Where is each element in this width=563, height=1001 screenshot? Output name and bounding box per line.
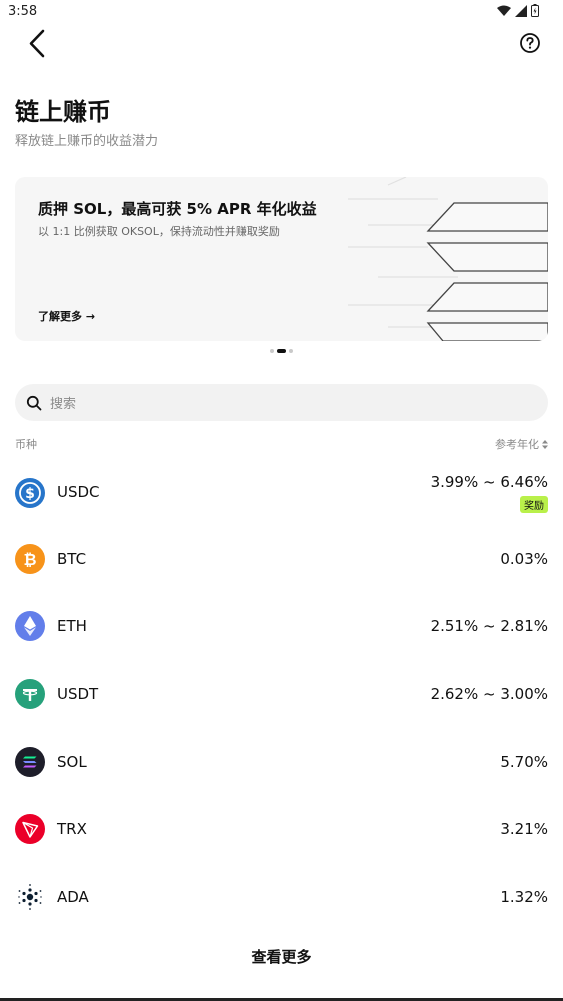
usdt-icon	[15, 679, 45, 710]
learn-more-link[interactable]: 了解更多 →	[38, 308, 95, 324]
page-subtitle: 释放链上赚币的收益潜力	[15, 134, 159, 149]
search-placeholder: 搜索	[50, 397, 77, 412]
coin-name: TRX	[57, 820, 87, 839]
coin-name: USDC	[57, 483, 100, 501]
coin-name: USDT	[57, 685, 99, 704]
status-icons	[497, 4, 539, 17]
coin-name: ADA	[57, 888, 89, 907]
coin-apr: 1.32%	[500, 888, 548, 907]
help-button[interactable]	[519, 32, 541, 54]
banner-illustration	[348, 177, 548, 341]
coin-name: BTC	[57, 549, 87, 568]
search-icon	[26, 395, 42, 410]
see-more-button[interactable]: 查看更多	[0, 946, 563, 967]
coin-row-sol[interactable]: SOL 5.70%	[15, 729, 548, 797]
chevron-left-icon	[29, 29, 45, 58]
pager-dot-active[interactable]	[277, 349, 286, 353]
svg-text:$: $	[25, 486, 35, 502]
status-bar: 3:58	[0, 0, 563, 24]
column-header-apr: 参考年化	[495, 438, 539, 451]
banner-title: 质押 SOL，最高可获 5% APR 年化收益	[38, 200, 317, 218]
coin-name: SOL	[57, 752, 87, 771]
banner-description: 以 1:1 比例获取 OKSOL，保持流动性并赚取奖励	[38, 225, 280, 238]
sort-icon	[542, 439, 548, 449]
coin-apr: 3.99% ~ 6.46%	[430, 473, 548, 491]
back-button[interactable]	[24, 28, 52, 60]
coin-apr: 0.03%	[500, 549, 548, 568]
sort-apr-button[interactable]: 参考年化	[495, 436, 548, 452]
coin-list: $ USDC 3.99% ~ 6.46% 奖励 ₿ BTC 0.03% ETH …	[15, 458, 548, 932]
coin-row-trx[interactable]: TRX 3.21%	[15, 796, 548, 864]
signal-icon	[515, 4, 527, 17]
wifi-icon	[497, 5, 511, 16]
status-time: 3:58	[8, 4, 38, 19]
page-title: 链上赚币	[15, 98, 111, 126]
coin-apr: 2.51% ~ 2.81%	[430, 617, 548, 636]
sol-icon	[15, 746, 45, 777]
trx-icon	[15, 814, 45, 845]
search-input[interactable]: 搜索	[15, 384, 548, 421]
coin-row-btc[interactable]: ₿ BTC 0.03%	[15, 526, 548, 594]
coin-apr: 5.70%	[500, 752, 548, 771]
banner-pager	[270, 349, 293, 353]
coin-row-eth[interactable]: ETH 2.51% ~ 2.81%	[15, 593, 548, 661]
usdc-icon: $	[15, 478, 45, 508]
coin-name: ETH	[57, 617, 87, 636]
help-icon	[520, 33, 540, 53]
promo-banner[interactable]: 质押 SOL，最高可获 5% APR 年化收益 以 1:1 比例获取 OKSOL…	[15, 177, 548, 341]
svg-text:₿: ₿	[23, 550, 36, 569]
pager-dot[interactable]	[289, 349, 293, 353]
reward-badge: 奖励	[520, 496, 548, 513]
ada-icon	[15, 882, 45, 913]
eth-icon	[15, 611, 45, 642]
coin-row-usdc[interactable]: $ USDC 3.99% ~ 6.46% 奖励	[15, 458, 548, 526]
pager-dot[interactable]	[270, 349, 274, 353]
list-header: 币种 参考年化	[15, 436, 548, 452]
column-header-coin: 币种	[15, 438, 37, 451]
coin-row-usdt[interactable]: USDT 2.62% ~ 3.00%	[15, 661, 548, 729]
btc-icon: ₿	[15, 543, 45, 574]
coin-row-ada[interactable]: ADA 1.32%	[15, 864, 548, 932]
coin-apr: 2.62% ~ 3.00%	[430, 685, 548, 704]
battery-icon	[531, 4, 539, 17]
coin-apr: 3.21%	[500, 820, 548, 839]
